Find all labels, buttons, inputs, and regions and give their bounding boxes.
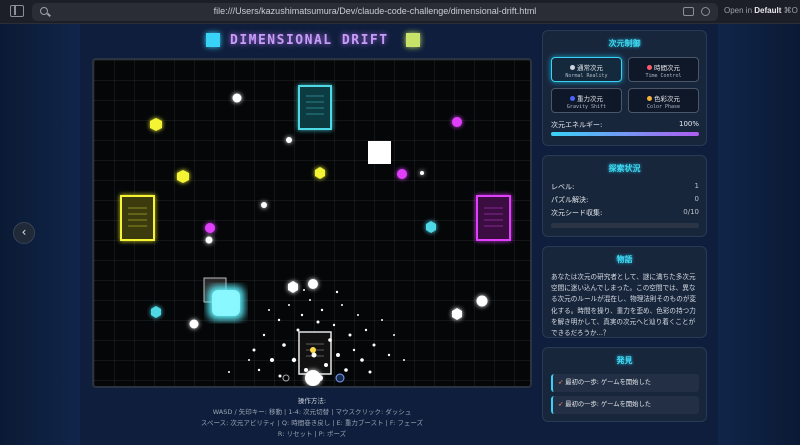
open-in-button[interactable]: Open in Default ⌘O	[724, 6, 798, 15]
panel-title-discoveries: 発見	[616, 356, 633, 365]
dimension-gravity-button[interactable]: 重力次元 Gravity Shift	[551, 88, 622, 113]
dimension-color-label: 色彩次元	[654, 95, 680, 103]
dimension-time-button[interactable]: 時間次元 Time Control	[628, 57, 699, 82]
controls-line-2: スペース: 次元アビリティ | Q: 時間巻き戻し | E: 重力ブースト | …	[200, 419, 424, 427]
palette-icon	[647, 96, 652, 101]
story-text: あなたは次元の研究者として、謎に満ちた多次元空間に迷い込んでしまった。この空間で…	[551, 273, 697, 338]
energy-bar	[551, 132, 699, 136]
dimension-normal-sub: Normal Reality	[565, 73, 608, 79]
game-title: DIMENSIONAL DRIFT	[230, 33, 389, 48]
open-in-shortcut: ⌘O	[783, 6, 798, 15]
seeds-value: 0/10	[683, 208, 699, 216]
controls-line-3: R: リセット | P: ポーズ	[277, 430, 347, 438]
dimension-color-sub: Color Phase	[646, 104, 681, 110]
page: ‹ DIMENSIONAL DRIFT 操作方法: WASD / 矢印キー: 移…	[0, 24, 800, 445]
dimension-normal-button[interactable]: 通常次元 Normal Reality	[551, 57, 622, 82]
panel-title-status: 探索状況	[608, 164, 641, 173]
clock-icon	[647, 65, 652, 70]
controls-line-1: WASD / 矢印キー: 移動 | 1-4: 次元切替 | マウスクリック: ダ…	[212, 408, 412, 416]
hex-crystals	[150, 118, 462, 320]
dimension-time-label: 時間次元	[654, 64, 680, 72]
game-container: DIMENSIONAL DRIFT 操作方法: WASD / 矢印キー: 移動 …	[80, 24, 718, 445]
portal-magenta	[476, 195, 511, 241]
discovery-item: ➶ 最初の一歩: ゲームを開始した	[551, 396, 699, 414]
level-value: 1	[694, 182, 699, 190]
rocket-icon: ➶	[558, 401, 564, 408]
back-arrow-icon[interactable]: ‹	[13, 222, 35, 244]
puzzles-label: パズル解決:	[551, 196, 589, 204]
sidebar-toggle-icon[interactable]	[10, 5, 24, 17]
yellow-square-icon	[406, 33, 420, 47]
rocket-icon: ➶	[558, 379, 564, 386]
energy-row: 次元エネルギー: 100%	[551, 120, 699, 130]
game-canvas[interactable]	[92, 58, 532, 388]
cyan-square-icon	[206, 33, 220, 47]
panel-title-dimension: 次元制御	[608, 39, 641, 48]
dimension-normal-label: 通常次元	[577, 64, 603, 72]
url-text: file:///Users/kazushimatsumura/Dev/claud…	[213, 6, 537, 16]
seeds-label: 次元シード収集:	[551, 209, 603, 217]
discoveries-panel: 発見 ➶ 最初の一歩: ゲームを開始した ➶ 最初の一歩: ゲームを開始した	[542, 347, 707, 422]
gravity-icon	[570, 96, 575, 101]
dimension-gravity-sub: Gravity Shift	[566, 104, 607, 110]
puzzles-value: 0	[694, 195, 699, 203]
level-label: レベル:	[551, 183, 575, 191]
left-margin: ‹	[0, 24, 80, 445]
panel-title-story: 物語	[616, 255, 633, 264]
story-panel: 物語 あなたは次元の研究者として、謎に満ちた多次元空間に迷い込んでしまった。この…	[542, 246, 707, 338]
dimension-control-panel: 次元制御 通常次元 Normal Reality 時間次元 Time Contr…	[542, 30, 707, 146]
discovery-item: ➶ 最初の一歩: ゲームを開始した	[551, 374, 699, 392]
controls-help: 操作方法: WASD / 矢印キー: 移動 | 1-4: 次元切替 | マウスク…	[92, 396, 532, 440]
status-panel: 探索状況 レベル: 1 パズル解決: 0 次元シード収集: 0/10	[542, 155, 707, 237]
game-scene	[120, 85, 511, 386]
open-in-prefix: Open in	[724, 6, 753, 15]
puzzles-row: パズル解決: 0	[551, 195, 699, 205]
white-block	[368, 141, 391, 164]
right-margin	[718, 24, 800, 445]
energy-value: 100%	[678, 120, 699, 128]
portal-yellow	[120, 195, 155, 241]
controls-title: 操作方法:	[297, 397, 327, 405]
dimension-time-sub: Time Control	[645, 73, 682, 79]
address-bar[interactable]: file:///Users/kazushimatsumura/Dev/claud…	[32, 3, 718, 21]
reader-mode-icon[interactable]	[683, 7, 694, 16]
portal-cyan	[298, 85, 332, 130]
open-in-target: Default	[754, 6, 782, 15]
energy-bar-fill	[551, 132, 699, 136]
seeds-row: 次元シード収集: 0/10	[551, 208, 699, 218]
seeds-progress-bar	[551, 223, 699, 228]
link-icon[interactable]	[701, 7, 710, 16]
dimension-color-button[interactable]: 色彩次元 Color Phase	[628, 88, 699, 113]
energy-label: 次元エネルギー:	[551, 121, 603, 129]
level-row: レベル: 1	[551, 182, 699, 192]
browser-toolbar: file:///Users/kazushimatsumura/Dev/claud…	[0, 0, 800, 24]
dimension-gravity-label: 重力次元	[577, 95, 603, 103]
game-title-block: DIMENSIONAL DRIFT	[206, 31, 420, 49]
discovery-text: 最初の一歩: ゲームを開始した	[565, 379, 652, 386]
discovery-text: 最初の一歩: ゲームを開始した	[565, 401, 652, 408]
star-icon	[570, 65, 575, 70]
player-blob	[208, 286, 244, 320]
